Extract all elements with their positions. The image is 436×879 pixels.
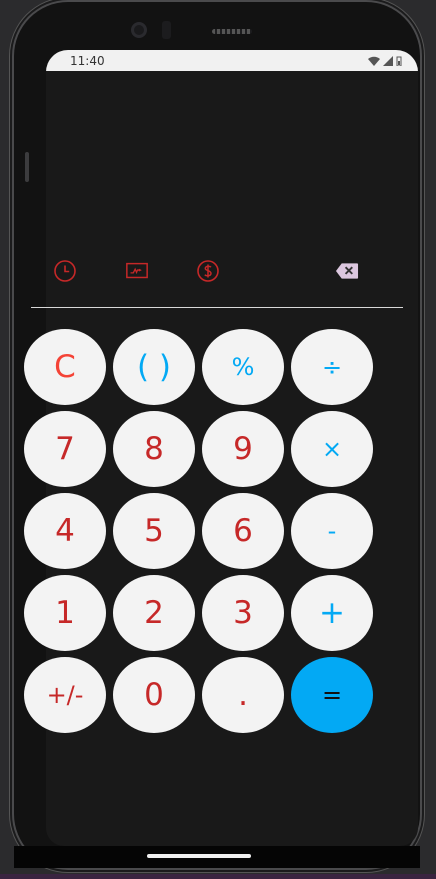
digit-5-button[interactable]: 5 [113,493,195,569]
keypad: C ( ) % ÷ 7 8 9 × 4 5 6 - 1 2 3 + +/- 0 … [24,329,373,733]
digit-7-button[interactable]: 7 [24,411,106,487]
subtract-button[interactable]: - [291,493,373,569]
display-divider [31,307,403,308]
front-camera [131,22,147,38]
signal-icon [383,55,393,66]
currency-converter-button[interactable] [196,259,220,283]
digit-2-button[interactable]: 2 [113,575,195,651]
backspace-button[interactable] [335,259,359,283]
decimal-button[interactable]: . [202,657,284,733]
left-side-button [25,152,29,182]
phone-frame: 11:40 C () % ÷ 7 8 9 × 4 5 6 - 1 2 3 + … [14,2,420,868]
device-stage: 11:40 C () % ÷ 7 8 9 × 4 5 6 - 1 2 3 + … [0,0,436,879]
calculator-toolbar [14,253,420,289]
sensor [162,21,171,39]
digit-8-button[interactable]: 8 [113,411,195,487]
currency-dollar-icon [197,260,219,282]
digit-9-button[interactable]: 9 [202,411,284,487]
digit-1-button[interactable]: 1 [24,575,106,651]
status-bar: 11:40 [46,50,418,71]
status-icons [368,55,402,66]
percent-button[interactable]: % [202,329,284,405]
parentheses-button[interactable]: ( ) [113,329,195,405]
digit-6-button[interactable]: 6 [202,493,284,569]
wifi-icon [368,56,380,66]
earpiece-speaker [212,29,252,34]
window-bottom-strip [0,874,436,879]
clear-button[interactable]: C [24,329,106,405]
unit-converter-icon [126,262,148,279]
divide-button[interactable]: ÷ [291,329,373,405]
navigation-bar [14,846,420,868]
digit-0-button[interactable]: 0 [113,657,195,733]
add-button[interactable]: + [291,575,373,651]
digit-3-button[interactable]: 3 [202,575,284,651]
multiply-button[interactable]: × [291,411,373,487]
history-button[interactable] [53,259,77,283]
unit-converter-button[interactable] [125,259,149,283]
backspace-icon [335,263,359,279]
toggle-sign-button[interactable]: +/- [24,657,106,733]
status-time: 11:40 [70,53,105,68]
battery-icon [396,56,402,66]
digit-4-button[interactable]: 4 [24,493,106,569]
equals-button[interactable]: = [291,657,373,733]
clock-icon [54,260,76,282]
home-indicator[interactable] [147,854,251,858]
